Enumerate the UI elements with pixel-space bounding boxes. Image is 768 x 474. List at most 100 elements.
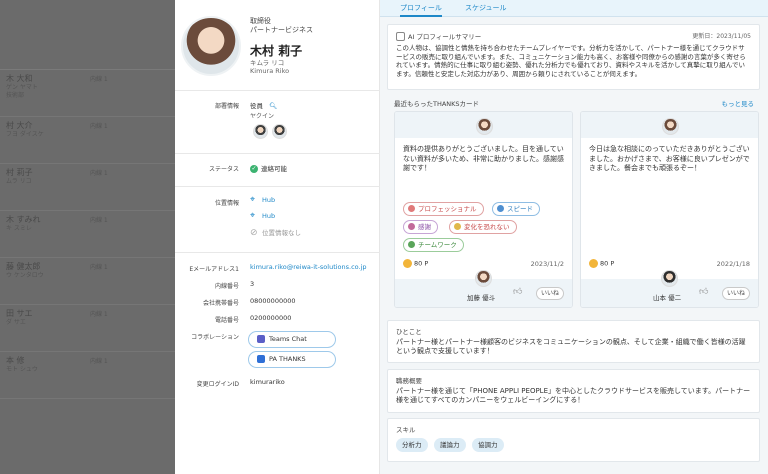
mobile-label: 会社携帯番号: [202, 300, 239, 307]
extension-label: 内線番号: [214, 283, 239, 290]
extension-value: 3: [250, 280, 255, 288]
hitokoto-title: ひとこと: [396, 328, 422, 336]
skill-chip[interactable]: 協調力: [472, 438, 504, 452]
sender-avatar: [661, 270, 678, 287]
detail-pane: プロフィール スケジュール AI プロフィールサマリー 更新日：2023/11/…: [380, 0, 768, 474]
member-avatar[interactable]: [272, 124, 287, 139]
background-row-kana: ゲン ヤマト: [6, 84, 38, 91]
skill-chip[interactable]: 分析力: [396, 438, 428, 452]
location-label: 位置情報: [214, 200, 239, 207]
phone-value[interactable]: 0200000000: [250, 314, 291, 322]
thanks-card[interactable]: 資料の提供ありがとうございました。目を通していない資料が多いため、非常に助かりま…: [394, 111, 573, 308]
thanks-date: 2022/1/18: [716, 260, 750, 268]
profile-avatar: [181, 16, 241, 76]
background-row-kana: ダ サエ: [6, 319, 26, 326]
check-icon: ✓: [250, 165, 258, 173]
ai-summary-updated: 更新日：2023/11/05: [692, 33, 751, 40]
pa-thanks-button[interactable]: PA THANKS: [248, 351, 336, 368]
duties-card: 職務概要 パートナー様を通じて「PHONE APPLI PEOPLE」を中心とし…: [387, 369, 760, 413]
profile-division: パートナービジネス: [250, 26, 313, 34]
tab-profile[interactable]: プロフィール: [400, 3, 442, 17]
background-row-name: 村 大介: [6, 121, 33, 130]
background-row-phone: 内線 1: [90, 311, 108, 318]
skill-chip[interactable]: 議論力: [434, 438, 466, 452]
ai-summary-card: AI プロフィールサマリー 更新日：2023/11/05 この人物は、協調性と情…: [387, 24, 760, 90]
sparkle-icon: [454, 222, 461, 230]
ai-summary-title: AI プロフィールサマリー: [408, 33, 482, 41]
background-list-header: [0, 0, 175, 70]
background-list-row: 本 修モト シュウ 内線 1: [0, 352, 175, 399]
hitokoto-card: ひとこと パートナー様とパートナー様顧客のビジネスをコミュニケーションの観点、そ…: [387, 320, 760, 363]
thanks-card[interactable]: 今日は急な相談にのっていただきありがとうございました。おかげさまで、お客様に良い…: [580, 111, 759, 308]
thanks-points: 80 P: [414, 259, 429, 268]
skills-title: スキル: [396, 426, 416, 434]
background-row-kana: ムラ リコ: [6, 178, 32, 185]
coin-icon: [403, 259, 412, 268]
teams-icon: [257, 335, 265, 343]
login-id-label: 変更ログインID: [196, 381, 239, 388]
background-row-phone: 内線 1: [90, 264, 108, 271]
background-row-name: 田 サエ: [6, 309, 33, 318]
skills-card: スキル 分析力 議論力 協調力: [387, 418, 760, 462]
background-list-row: 田 サエダ サエ 内線 1: [0, 305, 175, 352]
email-link[interactable]: kimura.riko@reiwa-it-solutions.co.jp: [250, 263, 367, 271]
muscle-icon: [408, 204, 415, 212]
background-row-kana: キ スミレ: [6, 225, 32, 232]
divider: [175, 90, 380, 91]
thanks-points: 80 P: [600, 259, 615, 268]
rocket-icon: [497, 204, 504, 212]
teams-chat-button[interactable]: Teams Chat: [248, 331, 336, 348]
hub-link-2[interactable]: Hub: [262, 212, 275, 220]
background-row-dept: 技術部: [6, 92, 25, 99]
background-row-name: 藤 健太郎: [6, 262, 41, 271]
sender-name: 加藤 優斗: [467, 294, 496, 302]
tag-chip: 感謝: [403, 220, 438, 234]
sender-avatar: [475, 270, 492, 287]
search-icon[interactable]: 🔍︎: [269, 102, 277, 110]
background-list-row: 村 莉子 ムラ リコ 内線 1: [0, 164, 175, 211]
recipient-avatar: [476, 118, 493, 135]
background-list-row: 木 大和 ゲン ヤマト 技術部 内線 1: [0, 70, 175, 117]
divider: [175, 153, 380, 154]
ai-summary-text: この人物は、協調性と情熱を持ち合わせたチームプレイヤーです。分析力を活かして、パ…: [396, 44, 746, 78]
divider: [175, 186, 380, 187]
hub-link-1[interactable]: Hub: [262, 196, 275, 204]
location-pin-icon: ⌖: [250, 211, 256, 221]
like-button[interactable]: いいね: [536, 287, 564, 300]
like-button[interactable]: いいね: [722, 287, 750, 300]
duties-text: パートナー様を通じて「PHONE APPLI PEOPLE」を中心としたクラウド…: [396, 387, 751, 404]
background-row-kana: フヨ ダイスケ: [6, 131, 44, 138]
heart-icon: [408, 222, 415, 230]
background-list-row: 村 大介 フヨ ダイスケ 内線 1: [0, 117, 175, 164]
thanks-message: 資料の提供ありがとうございました。目を通していない資料が多いため、非常に助かりま…: [403, 145, 564, 172]
thanks-section: 最近もらったTHANKSカード もっと見る 資料の提供ありがとうございました。目…: [387, 93, 760, 314]
background-row-phone: 内線 1: [90, 123, 108, 130]
background-row-phone: 内線 1: [90, 170, 108, 177]
login-id-value: kimurariko: [250, 378, 285, 386]
tab-schedule[interactable]: スケジュール: [465, 3, 507, 13]
robot-icon: [396, 31, 405, 41]
sender-name: 山本 優二: [653, 294, 682, 302]
background-row-name: 本 修: [6, 356, 25, 365]
thanks-message: 今日は急な相談にのっていただきありがとうございました。おかげさまで、お客様に良い…: [589, 145, 750, 172]
location-off-icon: ⊘: [250, 228, 258, 238]
thanks-more-link[interactable]: もっと見る: [722, 98, 755, 108]
location-none: 位置情報なし: [262, 229, 301, 237]
mobile-value[interactable]: 08000000000: [250, 297, 296, 305]
coin-icon: [589, 259, 598, 268]
hitokoto-text: パートナー様とパートナー様顧客のビジネスをコミュニケーションの観点、そして企業・…: [396, 338, 746, 355]
thanks-icon: [257, 355, 265, 363]
thumbs-up-icon[interactable]: 👍︎: [513, 287, 522, 297]
thumbs-up-icon[interactable]: 👍︎: [699, 287, 708, 297]
status-label: ステータス: [208, 166, 239, 173]
status-value: 連絡可能: [261, 165, 287, 173]
background-list-row: 藤 健太郎ウ ケンタロウ 内線 1: [0, 258, 175, 305]
recipient-avatar: [662, 118, 679, 135]
background-row-name: 木 大和: [6, 74, 33, 83]
tag-chip: 変化を恐れない: [449, 220, 517, 234]
member-avatar[interactable]: [253, 124, 268, 139]
dept-sub: ヤクイン: [250, 113, 275, 120]
thanks-date: 2023/11/2: [530, 260, 564, 268]
tag-chip: プロフェッショナル: [403, 202, 484, 216]
collab-label: コラボレーション: [191, 334, 239, 341]
